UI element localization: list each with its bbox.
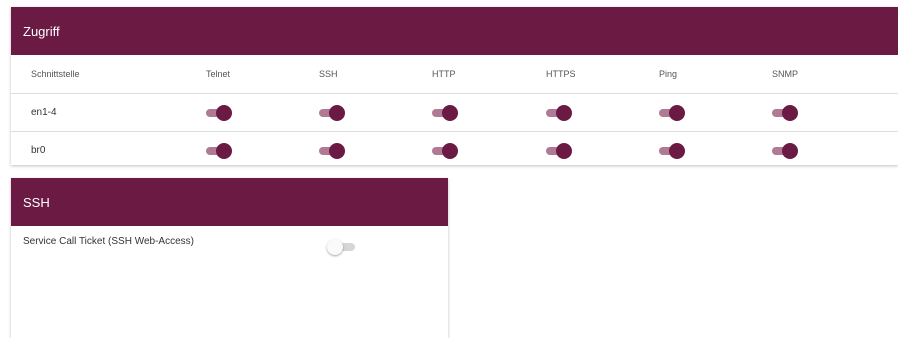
column-header-snmp: SNMP [772,55,898,94]
column-header-http: HTTP [432,55,546,94]
https-toggle[interactable] [546,104,572,121]
http-toggle[interactable] [432,142,458,159]
http-toggle[interactable] [432,104,458,121]
column-header-ssh: SSH [319,55,432,94]
table-row: br0 [11,132,898,170]
ssh-toggle[interactable] [319,104,345,121]
column-header-interface: Schnittstelle [11,55,206,94]
telnet-toggle[interactable] [206,142,232,159]
access-panel: Zugriff Schnittstelle Telnet SSH HTTP HT… [11,7,898,165]
https-toggle[interactable] [546,142,572,159]
ping-toggle[interactable] [659,142,685,159]
ssh-panel: SSH Service Call Ticket (SSH Web-Access) [11,178,448,338]
access-table: Schnittstelle Telnet SSH HTTP HTTPS Ping… [11,55,898,169]
telnet-toggle[interactable] [206,104,232,121]
ping-toggle[interactable] [659,104,685,121]
column-header-ping: Ping [659,55,772,94]
service-call-label: Service Call Ticket (SSH Web-Access) [23,236,194,247]
snmp-toggle[interactable] [772,142,798,159]
ssh-toggle[interactable] [319,142,345,159]
column-header-https: HTTPS [546,55,659,94]
ssh-panel-title: SSH [23,194,50,210]
ssh-panel-header: SSH [11,178,448,226]
service-call-toggle[interactable] [327,239,355,255]
column-header-telnet: Telnet [206,55,319,94]
access-panel-title: Zugriff [23,23,60,39]
interface-name: br0 [31,145,46,156]
table-row: en1-4 [11,93,898,132]
table-header-row: Schnittstelle Telnet SSH HTTP HTTPS Ping… [11,55,898,94]
snmp-toggle[interactable] [772,104,798,121]
interface-name: en1-4 [11,93,206,132]
access-panel-header: Zugriff [11,7,898,55]
